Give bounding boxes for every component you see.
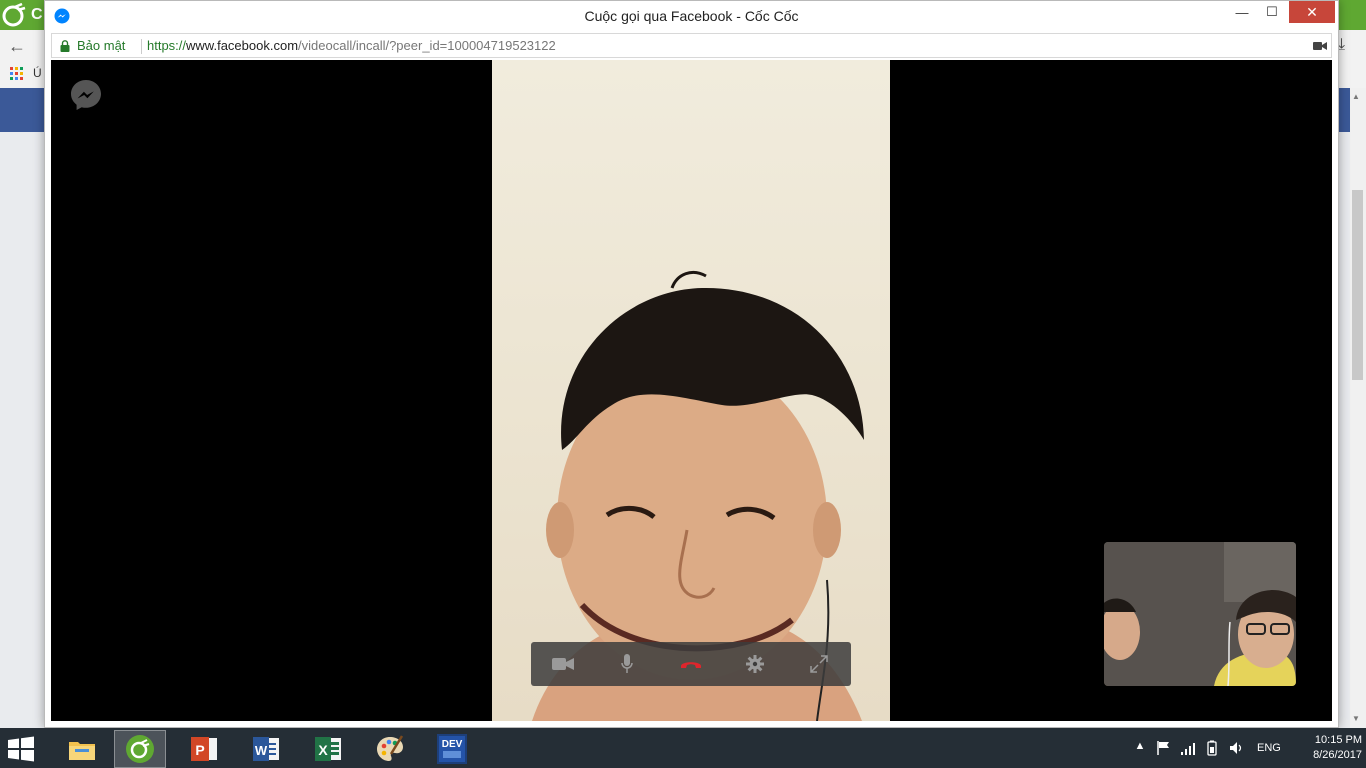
word-letter: W (255, 743, 268, 758)
lock-icon (60, 40, 70, 52)
folder-icon (69, 742, 95, 760)
word-icon: W (253, 737, 279, 761)
messenger-logo-icon (71, 80, 101, 110)
expand-icon (810, 655, 828, 673)
excel-icon: X (315, 737, 341, 761)
microphone-toggle-button[interactable] (603, 642, 651, 686)
settings-button[interactable] (731, 642, 779, 686)
show-hidden-icons-icon[interactable]: ▲ (1132, 740, 1148, 756)
self-view-preview[interactable] (1104, 542, 1296, 686)
url-text[interactable]: https://www.facebook.com/videocall/incal… (147, 38, 556, 53)
taskbar-coc-coc[interactable] (114, 730, 166, 768)
self-view-image (1104, 542, 1296, 686)
powerpoint-icon: P (191, 737, 217, 761)
apps-grid-icon[interactable] (10, 67, 24, 81)
close-button[interactable]: ✕ (1289, 1, 1335, 23)
taskbar-powerpoint[interactable]: P (178, 730, 230, 768)
scrollbar-thumb[interactable] (1352, 190, 1363, 380)
network-signal-icon[interactable] (1180, 740, 1196, 756)
video-camera-icon (552, 658, 574, 670)
back-arrow-icon[interactable]: ← (8, 36, 28, 56)
bookmark-item[interactable]: Ú (33, 66, 42, 80)
background-app-initial: C (31, 6, 43, 23)
video-call-stage (51, 60, 1332, 721)
scroll-down-icon[interactable]: ▼ (1352, 714, 1360, 723)
video-call-window: Cuộc gọi qua Facebook - Cốc Cốc — ☐ ✕ Bả… (44, 0, 1339, 728)
window-titlebar[interactable]: Cuộc gọi qua Facebook - Cốc Cốc — ☐ ✕ (45, 1, 1338, 32)
action-center-flag-icon[interactable] (1156, 740, 1172, 756)
taskbar: P W X DEV ▲ ENG 10:15 PM 8/26/2017 (0, 728, 1366, 768)
address-bar[interactable]: Bảo mật https://www.facebook.com/videoca… (51, 33, 1332, 58)
hang-up-icon (681, 662, 701, 668)
download-icon[interactable]: ⤓ (1338, 36, 1345, 54)
background-scrollbar[interactable] (1350, 88, 1366, 728)
coccoc-logo-icon (2, 3, 26, 27)
excel-letter: X (318, 742, 328, 758)
end-call-button[interactable] (667, 642, 715, 686)
devcpp-icon: DEV (437, 734, 467, 764)
system-clock[interactable]: 10:15 PM 8/26/2017 (1292, 733, 1362, 763)
clock-date: 8/26/2017 (1313, 749, 1362, 761)
maximize-button[interactable]: ☐ (1259, 1, 1285, 23)
camera-toggle-button[interactable] (539, 642, 587, 686)
fullscreen-button[interactable] (795, 642, 843, 686)
taskbar-paint[interactable] (364, 730, 416, 768)
taskbar-word[interactable]: W (240, 730, 292, 768)
devcpp-label: DEV (442, 739, 463, 750)
taskbar-excel[interactable]: X (302, 730, 354, 768)
camera-in-use-icon[interactable] (1313, 40, 1327, 52)
url-path: /videocall/incall/?peer_id=1000047195231… (298, 38, 556, 53)
minimize-button[interactable]: — (1229, 1, 1255, 23)
speaker-volume-icon[interactable] (1228, 740, 1244, 756)
windows-start-icon[interactable] (6, 736, 36, 762)
window-title: Cuộc gọi qua Facebook - Cốc Cốc (584, 8, 799, 24)
clock-time: 10:15 PM (1314, 734, 1362, 746)
secure-label[interactable]: Bảo mật (77, 38, 125, 53)
gear-icon (746, 655, 764, 673)
microphone-icon (621, 654, 633, 673)
url-scheme: https:// (147, 38, 187, 53)
powerpoint-letter: P (195, 742, 204, 758)
remote-video-feed (492, 60, 890, 721)
battery-icon[interactable] (1204, 740, 1220, 756)
scroll-up-icon[interactable]: ▲ (1352, 92, 1360, 101)
remote-participant-image (532, 271, 864, 721)
coccoc-icon (126, 735, 154, 763)
palette-icon (377, 735, 404, 761)
taskbar-dev-cpp[interactable]: DEV (426, 730, 478, 768)
address-separator (141, 39, 142, 54)
input-language-indicator[interactable]: ENG (1257, 742, 1281, 754)
taskbar-file-explorer[interactable] (56, 730, 108, 768)
call-controls-bar (531, 642, 851, 686)
url-host: www.facebook.com (186, 38, 299, 53)
